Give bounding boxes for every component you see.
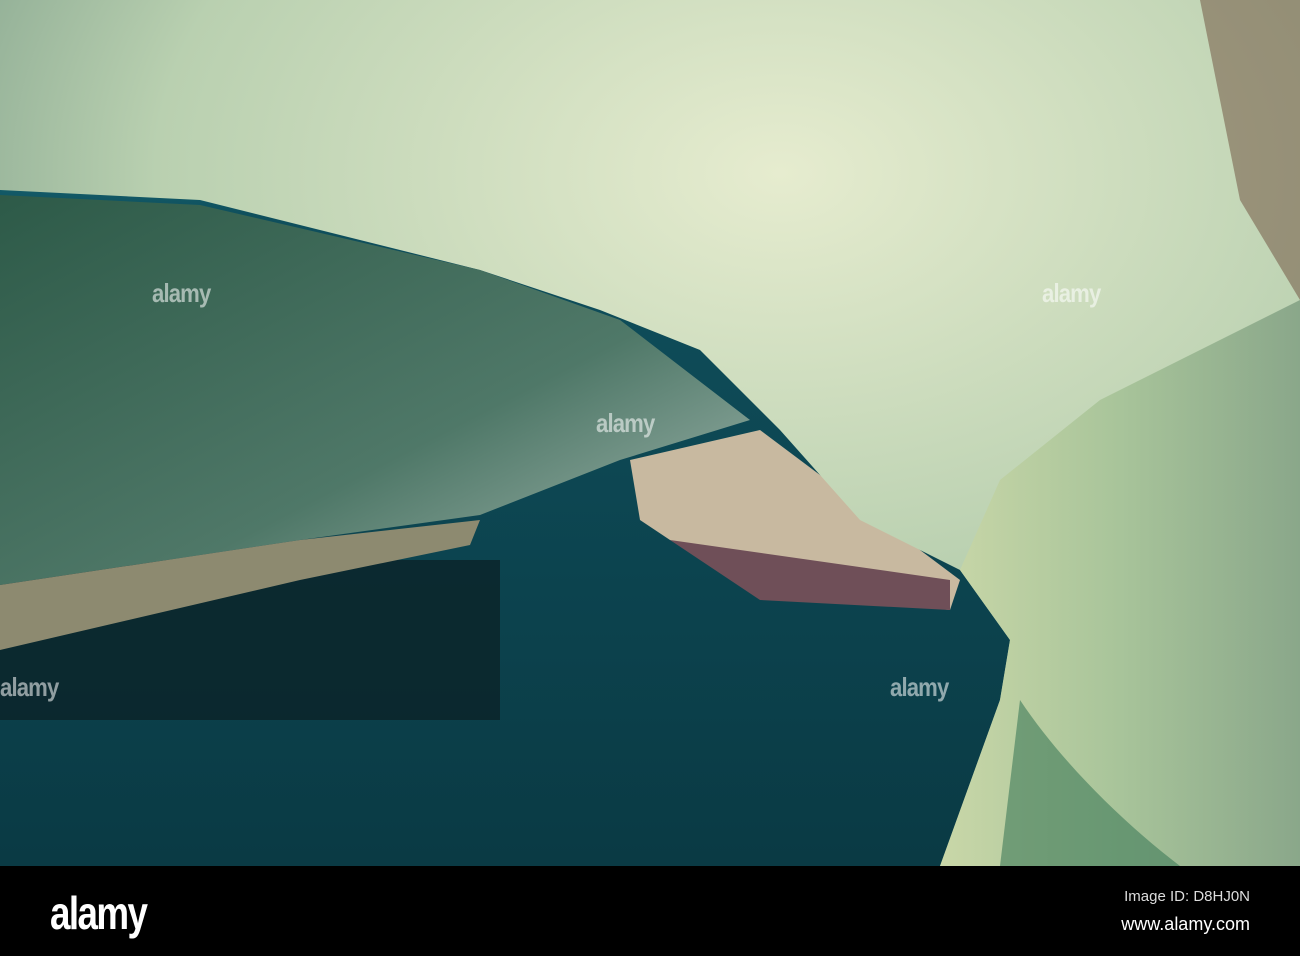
alamy-logo: alamy [50, 887, 148, 939]
cave-photo: alamy alamy alamy alamy alamy [0, 0, 1300, 866]
image-id: Image ID: D8HJ0N [1124, 888, 1250, 905]
footer-bar: alamy Image ID: D8HJ0N www.alamy.com [0, 866, 1300, 956]
watermark: alamy [152, 278, 211, 308]
watermark: alamy [0, 672, 59, 702]
watermark: alamy [1042, 278, 1101, 308]
watermark: alamy [890, 672, 949, 702]
website-link[interactable]: www.alamy.com [1121, 914, 1250, 935]
watermark: alamy [596, 408, 655, 438]
